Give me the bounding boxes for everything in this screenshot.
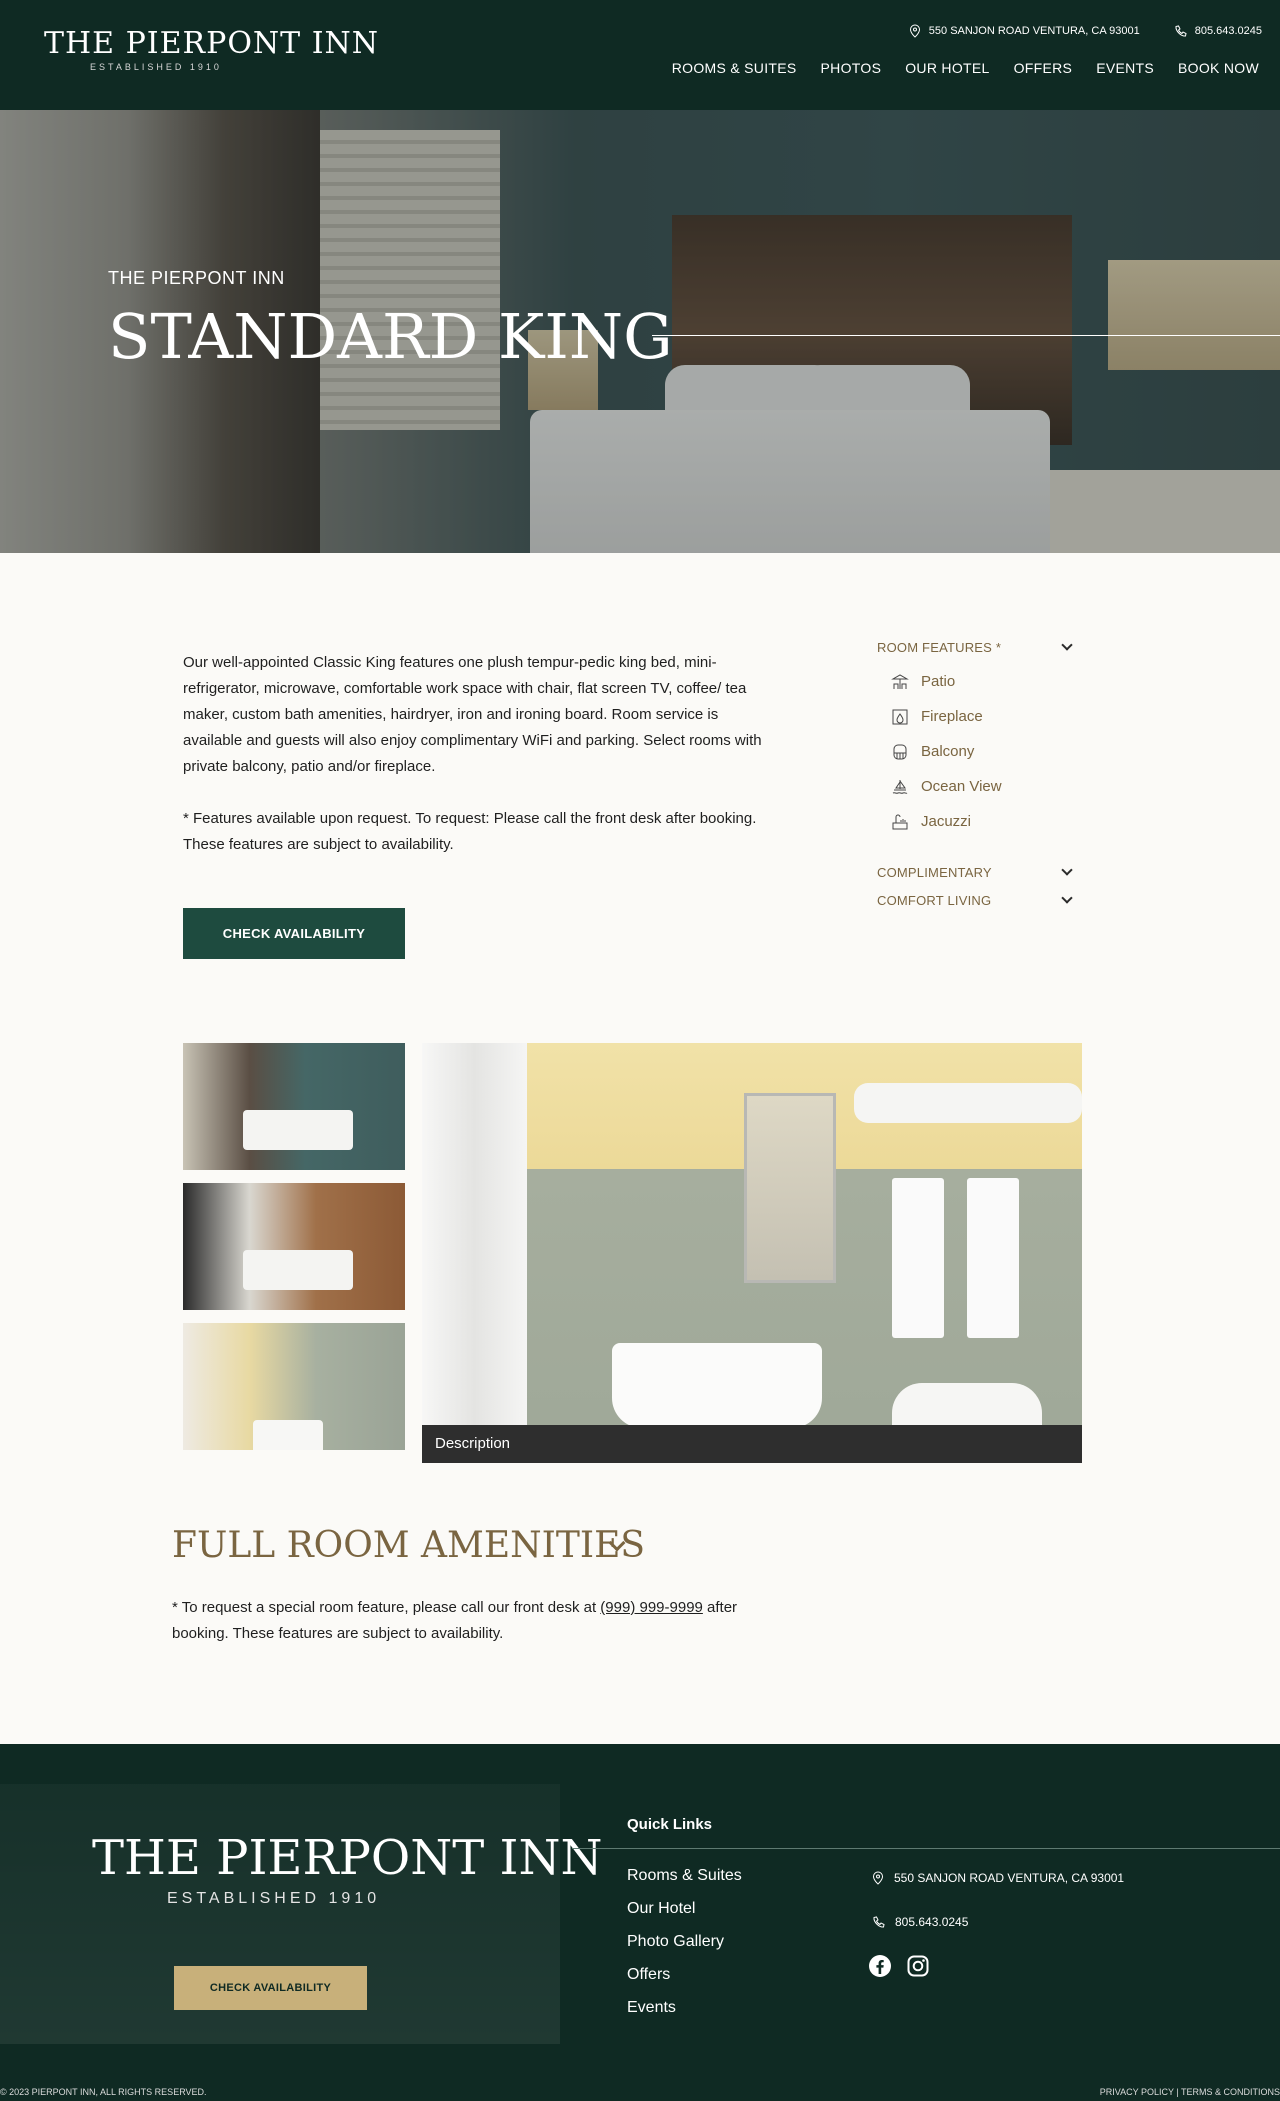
hero-subtitle: THE PIERPONT INN <box>108 268 285 288</box>
site-header: THE PIERPONT INN ESTABLISHED 1910 550 SA… <box>0 0 1280 110</box>
feature-label: Balcony <box>921 743 975 760</box>
photo-sink <box>612 1343 822 1428</box>
feature-fireplace: Fireplace <box>891 699 1075 734</box>
logo-subtitle: ESTABLISHED 1910 <box>90 62 222 72</box>
quick-links-list: Rooms & Suites Our Hotel Photo Gallery O… <box>627 1866 742 2031</box>
amenities-note: * To request a special room feature, ple… <box>172 1595 792 1647</box>
nav-photos[interactable]: PHOTOS <box>821 60 882 76</box>
nav-offers[interactable]: OFFERS <box>1014 60 1073 76</box>
photo-towel-shelf <box>854 1083 1082 1123</box>
gallery-thumbnail[interactable] <box>183 1323 405 1450</box>
phone-icon <box>1175 24 1187 37</box>
footer-logo-subtitle: ESTABLISHED 1910 <box>167 1890 381 1907</box>
gallery-caption: Description <box>422 1425 1082 1463</box>
room-features-list: Patio Fireplace Balcony Ocean View Jacuz… <box>891 664 1075 839</box>
photo-shower-curtain <box>422 1043 527 1463</box>
page-title: STANDARD KING <box>108 300 673 373</box>
feature-label: Patio <box>921 673 956 690</box>
header-phone[interactable]: 805.643.0245 <box>1174 24 1262 38</box>
gallery-thumbnail[interactable] <box>183 1043 405 1170</box>
footer-phone-text: 805.643.0245 <box>895 1915 969 1929</box>
feature-jacuzzi: Jacuzzi <box>891 804 1075 839</box>
footer-contact: 550 SANJON ROAD VENTURA, CA 93001 805.64… <box>872 1868 1124 1956</box>
nav-events[interactable]: EVENTS <box>1096 60 1154 76</box>
nav-our-hotel[interactable]: OUR HOTEL <box>905 60 989 76</box>
room-feature-note: * Features available upon request. To re… <box>183 810 757 853</box>
phone-icon <box>873 1915 885 1928</box>
map-pin-icon <box>909 24 920 38</box>
site-footer: THE PIERPONT INN ESTABLISHED 1910 CHECK … <box>0 1744 1280 2101</box>
chevron-down-icon <box>1061 864 1073 876</box>
accordion-title: ROOM FEATURES * <box>877 639 1002 655</box>
quick-link-rooms-suites[interactable]: Rooms & Suites <box>627 1866 742 1899</box>
photo-towel <box>892 1178 944 1338</box>
top-contact-bar: 550 SANJON ROAD VENTURA, CA 93001 805.64… <box>909 24 1262 38</box>
footer-logo[interactable]: THE PIERPONT INN ESTABLISHED 1910 <box>92 1832 603 1908</box>
quick-links-heading: Quick Links <box>627 1816 713 1833</box>
feature-label: Jacuzzi <box>921 813 972 830</box>
feature-balcony: Balcony <box>891 734 1075 769</box>
quick-link-events[interactable]: Events <box>627 1998 742 2031</box>
jacuzzi-icon <box>892 814 908 829</box>
accordion-complimentary[interactable]: COMPLIMENTARY <box>877 861 1075 883</box>
chevron-down-icon <box>1061 892 1073 904</box>
instagram-icon[interactable] <box>906 1954 930 1978</box>
photo-mirror <box>744 1093 836 1283</box>
thumbnail-sink <box>253 1420 323 1450</box>
features-accordion: ROOM FEATURES * Patio Fireplace Balcony … <box>877 636 1075 911</box>
social-links <box>868 1954 930 1978</box>
footer-address-text: 550 SANJON ROAD VENTURA, CA 93001 <box>894 1871 1125 1885</box>
feature-label: Fireplace <box>921 708 983 725</box>
quick-link-offers[interactable]: Offers <box>627 1965 742 1998</box>
chevron-down-icon <box>1061 639 1073 651</box>
main-nav: ROOMS & SUITES PHOTOS OUR HOTEL OFFERS E… <box>672 60 1259 76</box>
amenities-phone-link[interactable]: (999) 999-9999 <box>600 1599 703 1616</box>
header-address[interactable]: 550 SANJON ROAD VENTURA, CA 93001 <box>909 24 1140 38</box>
header-address-text: 550 SANJON ROAD VENTURA, CA 93001 <box>928 25 1140 37</box>
photo-towel <box>967 1178 1019 1338</box>
feature-patio: Patio <box>891 664 1075 699</box>
feature-label: Ocean View <box>921 778 1002 795</box>
room-description: Our well-appointed Classic King features… <box>183 650 763 884</box>
footer-logo-title: THE PIERPONT INN <box>92 1830 603 1886</box>
patio-icon <box>891 673 909 689</box>
gallery-thumbnail[interactable] <box>183 1183 405 1310</box>
fireplace-icon <box>892 709 908 724</box>
legal-links[interactable]: PRIVACY POLICY | TERMS & CONDITIONS <box>1100 2087 1280 2101</box>
accordion-comfort-living[interactable]: COMFORT LIVING <box>877 889 1075 911</box>
nav-rooms-suites[interactable]: ROOMS & SUITES <box>672 60 797 76</box>
hero-banner: THE PIERPONT INN STANDARD KING <box>0 110 1280 553</box>
hero-divider <box>652 335 1280 336</box>
footer-address[interactable]: 550 SANJON ROAD VENTURA, CA 93001 <box>872 1868 1124 1888</box>
quick-link-photo-gallery[interactable]: Photo Gallery <box>627 1932 742 1965</box>
footer-divider <box>572 1848 1280 1849</box>
check-availability-button[interactable]: CHECK AVAILABILITY <box>183 908 405 959</box>
logo[interactable]: THE PIERPONT INN ESTABLISHED 1910 <box>44 26 380 73</box>
footer-phone[interactable]: 805.643.0245 <box>872 1912 1124 1932</box>
facebook-icon[interactable] <box>868 1954 892 1978</box>
accordion-title: COMFORT LIVING <box>877 892 992 908</box>
thumbnail-bed <box>243 1250 353 1290</box>
footer-check-availability-button[interactable]: CHECK AVAILABILITY <box>174 1966 367 2010</box>
copyright-text: © 2023 PIERPONT INN, ALL RIGHTS RESERVED… <box>0 2087 207 2097</box>
thumbnail-bed <box>243 1110 353 1150</box>
logo-title: THE PIERPONT INN <box>44 26 380 61</box>
gallery-main-image[interactable] <box>422 1043 1082 1463</box>
amenities-note-start: * To request a special room feature, ple… <box>172 1599 601 1616</box>
header-phone-text: 805.643.0245 <box>1194 25 1262 37</box>
accordion-room-features[interactable]: ROOM FEATURES * <box>877 636 1075 658</box>
balcony-icon <box>893 744 907 759</box>
nav-book-now[interactable]: BOOK NOW <box>1178 60 1259 76</box>
accordion-title: COMPLIMENTARY <box>877 864 992 880</box>
room-description-text: Our well-appointed Classic King features… <box>183 654 762 775</box>
amenities-heading[interactable]: FULL ROOM AMENITIES <box>172 1525 645 1566</box>
ocean-view-icon <box>892 779 908 794</box>
map-pin-icon <box>872 1871 884 1885</box>
quick-link-our-hotel[interactable]: Our Hotel <box>627 1899 742 1932</box>
feature-ocean-view: Ocean View <box>891 769 1075 804</box>
